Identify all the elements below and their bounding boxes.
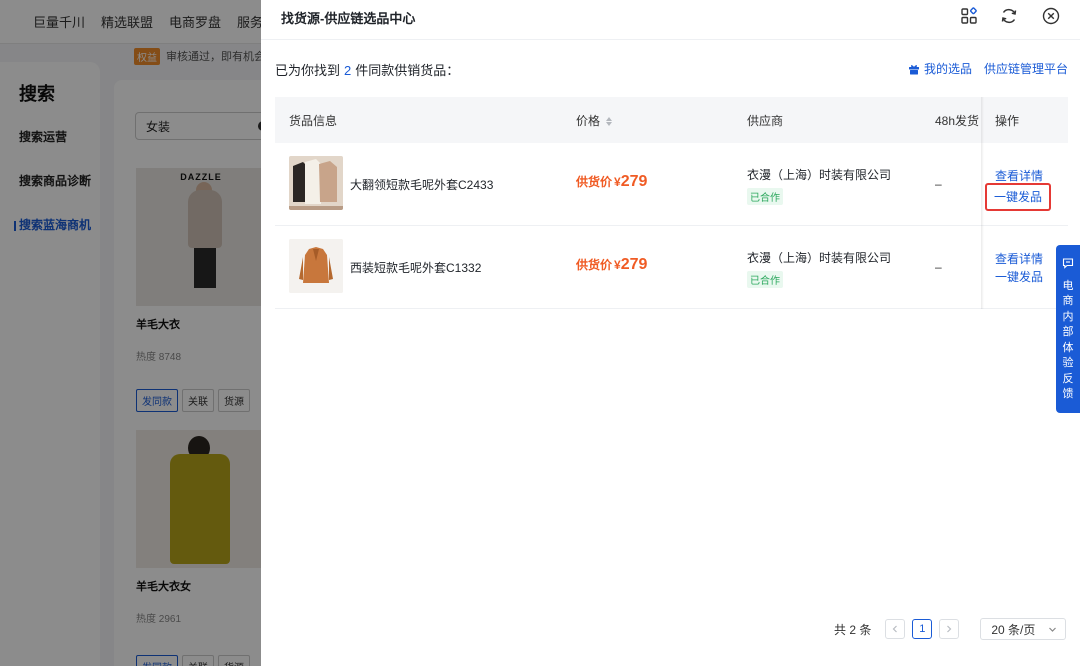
- next-page-button[interactable]: [939, 619, 960, 639]
- col-product-info: 货品信息: [289, 114, 338, 128]
- supplier-cell: 衣漫（上海）时装有限公司 已合作: [747, 249, 891, 288]
- one-click-publish-button[interactable]: 一键发品: [985, 183, 1052, 211]
- supply-platform-link[interactable]: 供应链管理平台: [984, 60, 1068, 77]
- col-supplier: 供应商: [747, 114, 784, 128]
- chevron-down-icon: [1049, 627, 1057, 632]
- product-name[interactable]: 西装短款毛呢外套C1332: [350, 259, 481, 276]
- table-row: 大翻领短款毛呢外套C2433 供货价 ¥279 衣漫（上海）时装有限公司 已合作 …: [275, 143, 1068, 226]
- result-summary: 已为你找到 2 件同款供销货品：: [275, 60, 459, 79]
- supply-price: 供货价 ¥279: [576, 173, 647, 191]
- actions-cell: 查看详情 一键发品: [985, 167, 1052, 211]
- product-thumbnail: [289, 239, 343, 293]
- col-actions: 操作: [995, 114, 1020, 128]
- my-selection-link[interactable]: 我的选品: [908, 60, 972, 77]
- price-label: 供货价: [576, 175, 613, 189]
- sort-icon[interactable]: [606, 117, 613, 127]
- fixed-column-shadow: [981, 97, 984, 309]
- table-header: 货品信息 价格 供应商 48h发货 操作: [275, 97, 1068, 143]
- message-icon: [1062, 258, 1074, 269]
- view-details-link[interactable]: 查看详情: [995, 250, 1043, 268]
- col-48h-ship: 48h发货: [935, 114, 980, 128]
- status-badge: 已合作: [747, 188, 783, 205]
- chevron-right-icon: [947, 625, 952, 633]
- supply-drawer: 找货源-供应链选品中心 已为你找到 2 件同款供销货品： 我的选品 供应链管理平…: [261, 0, 1080, 666]
- currency-symbol: ¥: [614, 175, 621, 189]
- product-table: 货品信息 价格 供应商 48h发货 操作 大翻领短款毛呢外套C2433 供货价 ¥…: [275, 97, 1068, 309]
- actions-cell: 查看详情 一键发品: [995, 250, 1043, 286]
- pagination: 共 2 条 1 20 条/页: [834, 618, 1067, 640]
- price-label: 供货价: [576, 258, 613, 272]
- result-suffix: 件同款供销货品：: [355, 63, 460, 78]
- product-name[interactable]: 大翻领短款毛呢外套C2433: [350, 176, 493, 193]
- top-links: 我的选品 供应链管理平台: [908, 60, 1068, 77]
- col-price-label: 价格: [576, 114, 601, 128]
- drawer-title: 找货源-供应链选品中心: [281, 11, 416, 26]
- currency-symbol: ¥: [614, 258, 621, 272]
- apps-icon[interactable]: [959, 6, 979, 26]
- result-count: 2: [344, 63, 352, 78]
- price-value: 279: [620, 256, 648, 273]
- my-selection-label: 我的选品: [923, 62, 972, 76]
- feedback-tab[interactable]: 电商内部体验反馈: [1056, 245, 1080, 413]
- page-number-button[interactable]: 1: [912, 619, 933, 639]
- ship-value: –: [935, 260, 942, 274]
- status-badge: 已合作: [747, 271, 783, 288]
- supplier-name: 衣漫（上海）时装有限公司: [747, 168, 892, 182]
- close-icon[interactable]: [1041, 6, 1061, 26]
- result-prefix: 已为你找到: [275, 63, 341, 78]
- feedback-label: 电商内部体验反馈: [1062, 279, 1074, 401]
- gift-icon: [908, 64, 919, 74]
- table-row: 西装短款毛呢外套C1332 供货价 ¥279 衣漫（上海）时装有限公司 已合作 –…: [275, 226, 1068, 309]
- page-size-value: 20 条/页: [991, 622, 1036, 637]
- drawer-header: 找货源-供应链选品中心: [261, 0, 1080, 40]
- supply-price: 供货价 ¥279: [576, 256, 647, 274]
- page-size-select[interactable]: 20 条/页: [980, 618, 1067, 640]
- col-price[interactable]: 价格: [576, 112, 613, 129]
- chevron-left-icon: [892, 625, 898, 633]
- product-thumbnail: [289, 156, 343, 210]
- supplier-cell: 衣漫（上海）时装有限公司 已合作: [747, 166, 891, 205]
- prev-page-button[interactable]: [885, 619, 906, 639]
- one-click-publish-link[interactable]: 一键发品: [995, 268, 1043, 286]
- refresh-icon[interactable]: [999, 6, 1019, 26]
- pagination-total: 共 2 条: [834, 622, 872, 637]
- ship-value: –: [935, 177, 942, 191]
- supplier-name: 衣漫（上海）时装有限公司: [747, 251, 892, 265]
- price-value: 279: [620, 173, 648, 190]
